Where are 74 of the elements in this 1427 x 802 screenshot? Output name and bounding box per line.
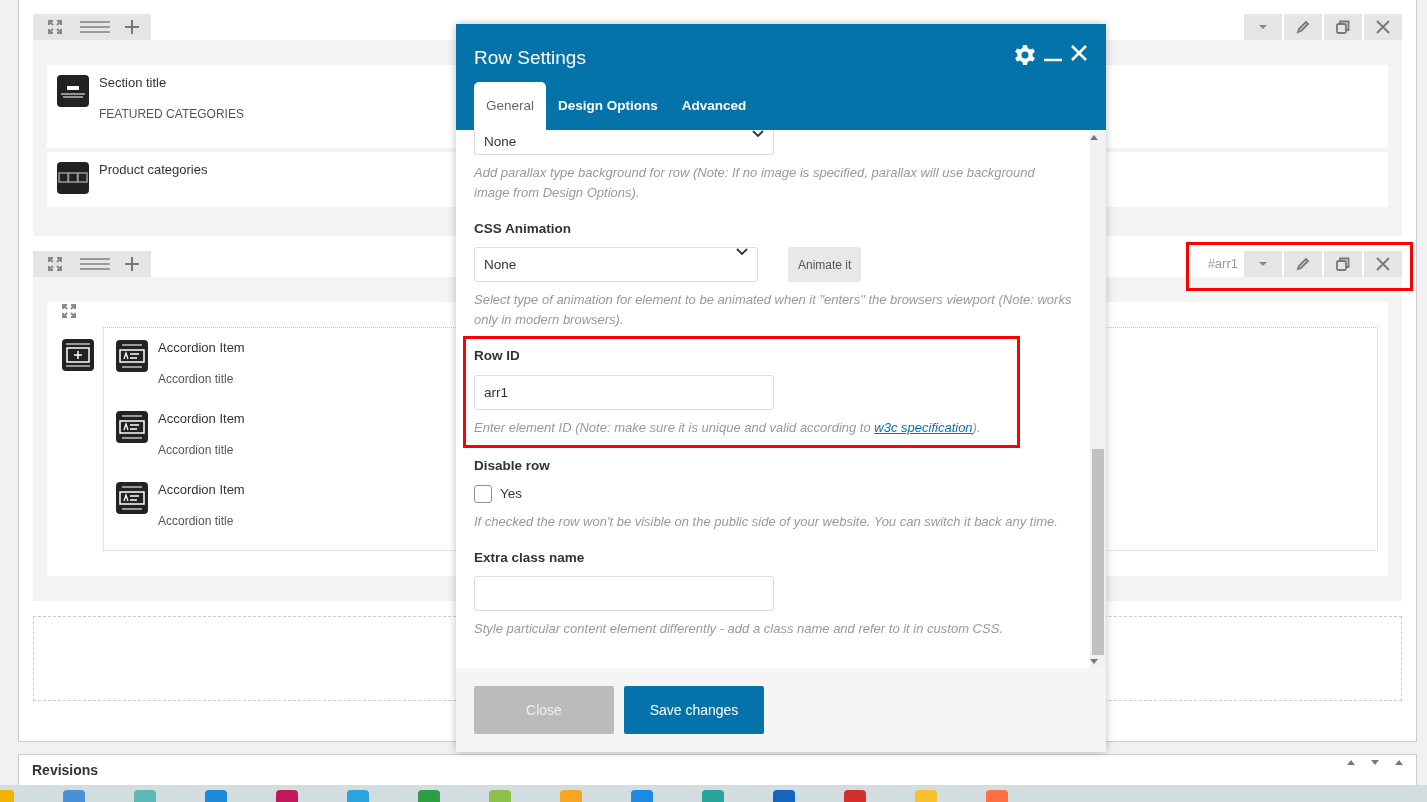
scrollbar[interactable] <box>1090 130 1106 668</box>
tab[interactable]: Advanced <box>669 82 759 130</box>
pencil-icon <box>1296 257 1310 271</box>
element-title[interactable]: Accordion Item <box>158 481 245 498</box>
drag-lines-icon <box>80 258 110 270</box>
select-field[interactable]: None <box>474 247 758 283</box>
panel-title: Revisions <box>32 761 99 780</box>
scroll-up-icon[interactable] <box>1090 135 1098 140</box>
accordion-item-icon <box>116 481 148 514</box>
edit-button[interactable] <box>1284 14 1322 40</box>
text-field[interactable]: arr1 <box>474 374 774 410</box>
element-title[interactable]: Accordion Item <box>158 410 245 427</box>
expand-icon[interactable] <box>62 304 76 318</box>
help-link[interactable]: w3c specification <box>874 419 973 435</box>
select-field[interactable]: None <box>474 130 774 155</box>
checkbox-label[interactable]: Yes <box>500 483 523 504</box>
close-icon[interactable] <box>1070 44 1088 62</box>
help-text: Add parallax type background for row (Note: If no image is specified, parallax will use background image from Design Options). <box>474 164 1036 202</box>
pencil-icon <box>1296 20 1310 34</box>
save-button[interactable]: Save changes <box>624 686 764 734</box>
accordion-icon <box>62 338 94 371</box>
expand-button[interactable] <box>33 251 77 277</box>
element-value: Accordion title <box>158 370 235 388</box>
expand-icon <box>48 20 62 34</box>
expand-icon <box>48 257 62 271</box>
close-icon <box>1376 257 1390 271</box>
element-value: FEATURED CATEGORIES <box>99 106 244 123</box>
element-title[interactable]: Product categories <box>99 162 208 178</box>
move-up-icon[interactable] <box>1347 760 1355 765</box>
add-button[interactable] <box>113 14 151 40</box>
clone-button[interactable] <box>1324 14 1362 40</box>
text-field[interactable] <box>474 576 774 612</box>
accordion-item-icon <box>116 410 148 443</box>
field-label: CSS Animation <box>474 220 572 238</box>
title-element-icon <box>57 75 89 107</box>
field-label: Row ID <box>474 347 521 366</box>
help-text: Enter element ID (Note: make sure it is unique and valid according to w3c specification). <box>474 418 982 437</box>
checkbox[interactable] <box>474 484 492 503</box>
close-icon <box>1376 20 1390 34</box>
tab[interactable]: Design Options <box>546 82 670 130</box>
field-label: Disable row <box>474 456 551 475</box>
copy-icon <box>1336 20 1350 34</box>
element-title[interactable]: Accordion Item <box>158 339 245 356</box>
help-text: Select type of animation for element to be animated when it "enters" the browsers viewport (Note: works only in modern browsers). <box>474 291 1072 330</box>
settings-icon[interactable] <box>1014 44 1036 66</box>
add-button[interactable] <box>113 251 151 277</box>
caret-icon <box>1258 261 1268 267</box>
help-text: Style particular content element differently - add a class name and refer to it in custom CSS. <box>474 620 1004 639</box>
field-label: Extra class name <box>474 549 586 567</box>
row-id-label: #arr1 <box>1207 255 1238 274</box>
animate-button[interactable]: Animate it <box>788 247 862 283</box>
caret-icon <box>1258 24 1268 30</box>
help-text: If checked the row won't be visible on the public side of your website. You can switch it back any time. <box>474 513 1059 531</box>
drag-lines-icon <box>80 21 110 33</box>
element-value: Accordion title <box>158 441 235 459</box>
accordion-item-icon <box>116 339 148 372</box>
plus-icon <box>124 19 140 35</box>
chevron-down-icon <box>752 130 764 138</box>
delete-button[interactable] <box>1364 14 1402 40</box>
plus-icon <box>124 256 140 272</box>
delete-button[interactable] <box>1364 251 1402 277</box>
edit-button[interactable] <box>1284 251 1322 277</box>
tab[interactable]: General <box>474 82 547 130</box>
scrollbar-thumb[interactable] <box>1092 449 1104 655</box>
grid-element-icon <box>57 162 89 194</box>
modal-title: Row Settings <box>474 46 586 70</box>
scroll-down-icon[interactable] <box>1090 659 1098 664</box>
element-value: Accordion title <box>158 512 235 530</box>
clone-button[interactable] <box>1324 251 1362 277</box>
copy-icon <box>1336 257 1350 271</box>
chevron-down-icon <box>736 248 748 257</box>
move-down-icon[interactable] <box>1371 760 1379 765</box>
element-title[interactable]: Section title <box>99 75 244 91</box>
expand-button[interactable] <box>33 14 77 40</box>
